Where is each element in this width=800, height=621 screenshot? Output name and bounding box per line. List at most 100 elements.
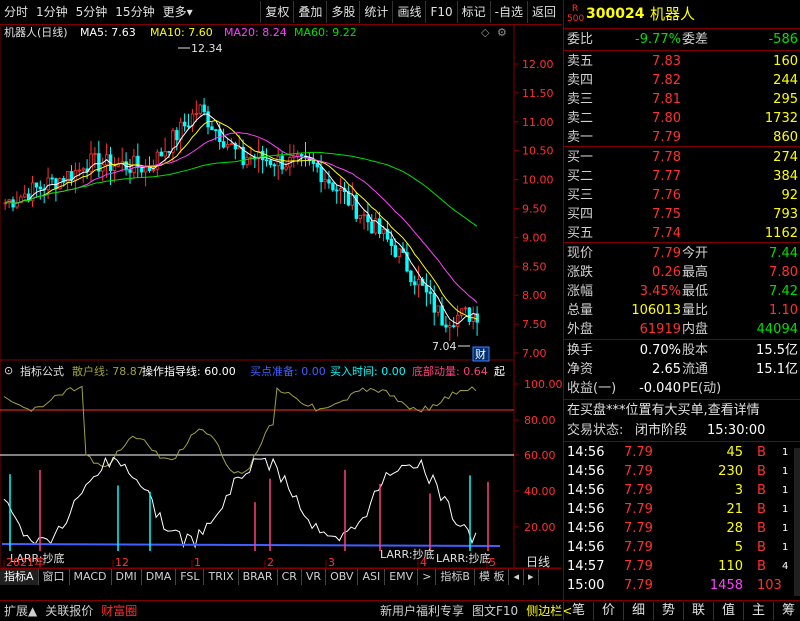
- price-tick: 11.50: [522, 87, 554, 100]
- notice-row[interactable]: 在买盘***位置有大买单,查看详情: [564, 401, 800, 420]
- bids-volume: 92: [781, 188, 798, 203]
- tick-count: 4: [782, 561, 789, 572]
- bottom-button-0[interactable]: 扩展▲: [0, 602, 41, 620]
- bids-volume: 793: [773, 207, 798, 222]
- toolbar-button-8[interactable]: 返回: [526, 1, 560, 23]
- asks-price: 7.80: [652, 111, 681, 126]
- tick-time: 14:56: [567, 540, 605, 555]
- indicator-tab-14[interactable]: 指标B: [436, 569, 475, 585]
- indicator-tab-11[interactable]: ASI: [358, 569, 386, 585]
- tick-side: B: [757, 464, 766, 479]
- detail-button-0[interactable]: 笔: [563, 602, 593, 620]
- toolbar-button-4[interactable]: 画线: [392, 1, 425, 23]
- period-button-3[interactable]: 15分钟: [111, 1, 158, 23]
- indicator-tab-0[interactable]: 指标A: [0, 569, 39, 585]
- detail-button-3[interactable]: 势: [653, 602, 683, 620]
- weibi-row: 委比 -9.77% 委差 -586: [564, 30, 800, 49]
- period-button-1[interactable]: 1分钟: [32, 1, 72, 23]
- tick-count: 1: [782, 504, 789, 515]
- detail-button-4[interactable]: 联: [683, 602, 713, 620]
- promo-button-1[interactable]: 图文F10: [468, 602, 522, 620]
- indicator-header-1: 散户线: 78.87: [72, 364, 144, 378]
- period-button-2[interactable]: 5分钟: [72, 1, 112, 23]
- stat2-row-1: 净资 2.65 流通 15.1亿: [564, 360, 800, 379]
- indicator-header-2: 操作指导线: 60.00: [142, 364, 236, 378]
- tick-time: 14:56: [567, 521, 605, 536]
- tick-count: 1: [782, 447, 789, 458]
- bids-label: 买五: [567, 226, 594, 241]
- stat-label: 流通: [682, 362, 709, 377]
- tick-time: 14:57: [567, 559, 605, 574]
- indicator-header-6: 起: [494, 365, 505, 378]
- tick-price: 7.79: [624, 578, 653, 593]
- indicator-tab-8[interactable]: CR: [278, 569, 302, 585]
- detail-button-5[interactable]: 值: [713, 602, 743, 620]
- toolbar-button-6[interactable]: 标记: [456, 1, 490, 23]
- detail-button-7[interactable]: 筹: [773, 602, 800, 620]
- period-button-0[interactable]: 分时: [0, 1, 32, 23]
- indicator-tab-9[interactable]: VR: [302, 569, 327, 585]
- indicator-tab-12[interactable]: EMV: [385, 569, 419, 585]
- asks-volume: 160: [773, 54, 798, 69]
- indicator-tick: 60.00: [524, 449, 556, 462]
- indicator-tab-6[interactable]: TRIX: [204, 569, 239, 585]
- settings-icon[interactable]: ⚙: [497, 26, 507, 39]
- indicator-tab-1[interactable]: 窗口: [39, 569, 70, 585]
- indicator-tab-17[interactable]: ▸: [524, 569, 539, 585]
- asks-row-4: 卖一 7.79 860: [564, 128, 800, 147]
- bottom-bar: 扩展▲ 关联报价 财富圈 新用户福利专享 图文F10 侧边栏< 笔价细势联值主筹: [0, 600, 800, 621]
- asks-label: 卖一: [567, 130, 594, 145]
- toolbar-button-2[interactable]: 多股: [326, 1, 359, 23]
- stat-value: 2.65: [652, 362, 681, 377]
- indicator-tab-2[interactable]: MACD: [70, 569, 112, 585]
- chart-area[interactable]: 机器人(日线) MA5: 7.63 MA10: 7.60 MA20: 8.24 MA6…: [0, 24, 562, 568]
- tick-volume: 21: [726, 502, 743, 517]
- trade-status-label: 交易状态:: [567, 423, 624, 438]
- big-order-notice[interactable]: 在买盘***位置有大买单,查看详情: [567, 401, 760, 420]
- ma-lines: [5, 113, 478, 325]
- date-tick: 5: [489, 556, 496, 568]
- toolbar-button-3[interactable]: 统计: [359, 1, 392, 23]
- stat-label: 外盘: [567, 322, 594, 337]
- tick-scrollbar[interactable]: [794, 448, 800, 596]
- indicator-tick: 100.00: [524, 378, 562, 391]
- toolbar-button-1[interactable]: 叠加: [293, 1, 326, 23]
- toolbar-button-5[interactable]: F10: [425, 1, 456, 23]
- toolbar-button-0[interactable]: 复权: [260, 1, 293, 23]
- stat-label: 量比: [682, 303, 709, 318]
- period-label[interactable]: 日线: [526, 555, 550, 568]
- bids-row-4: 买五 7.74 1162: [564, 224, 800, 243]
- bottom-button-2[interactable]: 财富圈: [97, 602, 141, 620]
- stat-label: 最高: [682, 265, 709, 280]
- stat-label: 净资: [567, 362, 594, 377]
- indicator-tab-5[interactable]: FSL: [176, 569, 205, 585]
- indicator-header: 指标公式 散户线: 78.87操作指导线: 60.00 买点准备: 0.00 买入时间…: [20, 364, 505, 378]
- indicator-tab-10[interactable]: OBV: [326, 569, 359, 585]
- toolbar-button-7[interactable]: -自选: [489, 1, 527, 23]
- detail-button-6[interactable]: 主: [743, 602, 773, 620]
- bids-row-3: 买四 7.75 793: [564, 205, 800, 224]
- date-tick: 2: [267, 556, 274, 568]
- indicator-tab-15[interactable]: 模 板: [475, 569, 510, 585]
- promo-button-0[interactable]: 新用户福利专享: [376, 602, 468, 620]
- indicator-toggle-icon[interactable]: ⊙: [4, 364, 13, 377]
- indicator-lines: [1, 385, 501, 551]
- detail-button-2[interactable]: 细: [623, 602, 653, 620]
- bottom-button-1[interactable]: 关联报价: [41, 602, 97, 620]
- indicator-tab-4[interactable]: DMA: [142, 569, 177, 585]
- indicator-tab-13[interactable]: >: [418, 569, 437, 585]
- stat2-row-0: 换手 0.70% 股本 15.5亿: [564, 341, 800, 360]
- detail-button-1[interactable]: 价: [593, 602, 623, 620]
- indicator-tab-16[interactable]: ◂: [509, 569, 524, 585]
- indicator-tab-7[interactable]: BRAR: [239, 569, 278, 585]
- tick-row: 14:56 7.79 28 B 1: [564, 519, 800, 538]
- trade-status-time: 15:30:00: [707, 423, 766, 438]
- indicator-header-0[interactable]: 指标公式: [20, 364, 64, 378]
- weicha-value: -586: [768, 32, 798, 47]
- tick-side: B: [757, 521, 766, 536]
- period-button-4[interactable]: 更多▾: [159, 1, 197, 23]
- tick-time: 14:56: [567, 483, 605, 498]
- indicator-tab-3[interactable]: DMI: [112, 569, 142, 585]
- date-tick: 3: [328, 556, 335, 568]
- diamond-icon[interactable]: ◇: [481, 26, 490, 39]
